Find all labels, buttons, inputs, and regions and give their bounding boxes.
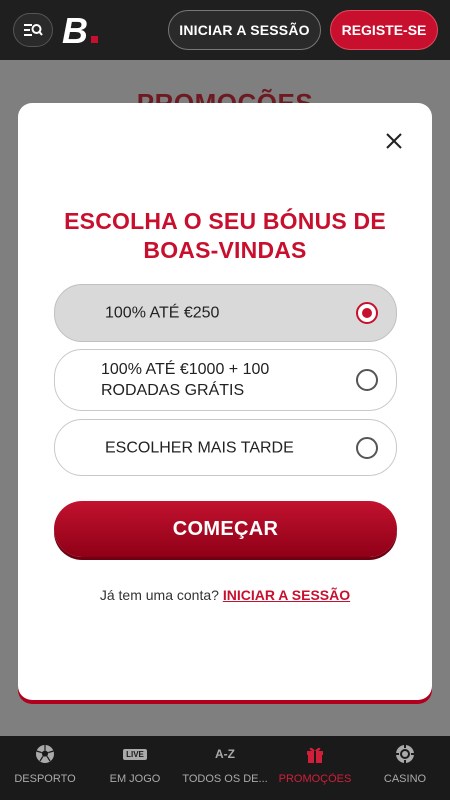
radio-unselected-icon[interactable]: [356, 436, 378, 459]
live-icon: LIVE: [123, 743, 147, 765]
az-icon-text: A-Z: [215, 747, 235, 761]
bonus-option-1000[interactable]: 100% ATÉ €1000 + 100 RODADAS GRÁTIS: [54, 349, 397, 411]
option-label: 100% ATÉ €250: [105, 304, 220, 322]
bonus-option-250[interactable]: 100% ATÉ €250: [54, 284, 397, 342]
menu-search-button[interactable]: [13, 13, 53, 47]
register-button[interactable]: REGISTE-SE: [330, 10, 438, 50]
nav-item-desporto[interactable]: DESPORTO: [0, 736, 90, 800]
nav-label: PROMOÇÕES: [278, 773, 352, 785]
menu-search-icon: [24, 24, 43, 36]
account-prompt: Já tem uma conta? INICIAR A SESSÃO: [18, 587, 432, 603]
close-button[interactable]: [380, 127, 408, 155]
svg-text:B: B: [62, 10, 88, 50]
soccer-ball-icon: [34, 743, 56, 765]
nav-item-casino[interactable]: CASINO: [360, 736, 450, 800]
radio-unselected-icon[interactable]: [356, 369, 378, 391]
gift-icon: [304, 743, 326, 765]
account-prompt-text: Já tem uma conta?: [99, 587, 219, 603]
bottom-navigation: DESPORTO LIVE EM JOGO A-Z TODOS OS DE...…: [0, 736, 450, 800]
top-header: B INICIAR A SESSÃO REGISTE-SE: [0, 0, 450, 60]
nav-label: CASINO: [383, 773, 427, 785]
close-icon: [386, 133, 402, 149]
radio-selected-icon[interactable]: [356, 302, 378, 324]
nav-item-todos[interactable]: A-Z TODOS OS DE...: [180, 736, 270, 800]
bonus-option-later[interactable]: ESCOLHER MAIS TARDE: [54, 419, 397, 476]
welcome-bonus-modal: ESCOLHA O SEU BÓNUS DE BOAS-VINDAS 100% …: [18, 103, 432, 700]
live-icon-text: LIVE: [123, 748, 147, 760]
login-link[interactable]: INICIAR A SESSÃO: [223, 587, 350, 603]
nav-label: TODOS OS DE...: [182, 773, 268, 785]
nav-label: DESPORTO: [14, 773, 76, 785]
casino-chip-icon: [394, 743, 416, 765]
nav-label: EM JOGO: [109, 773, 161, 785]
option-label: 100% ATÉ €1000 + 100 RODADAS GRÁTIS: [101, 361, 270, 399]
option-label: ESCOLHER MAIS TARDE: [105, 439, 294, 456]
modal-title: ESCOLHA O SEU BÓNUS DE BOAS-VINDAS: [64, 208, 386, 263]
az-icon: A-Z: [214, 743, 236, 765]
brand-logo[interactable]: B: [60, 10, 110, 51]
login-button[interactable]: INICIAR A SESSÃO: [168, 10, 321, 50]
nav-item-promocoes[interactable]: PROMOÇÕES: [270, 736, 360, 800]
start-button[interactable]: COMEÇAR: [54, 501, 397, 557]
nav-item-em-jogo[interactable]: LIVE EM JOGO: [90, 736, 180, 800]
